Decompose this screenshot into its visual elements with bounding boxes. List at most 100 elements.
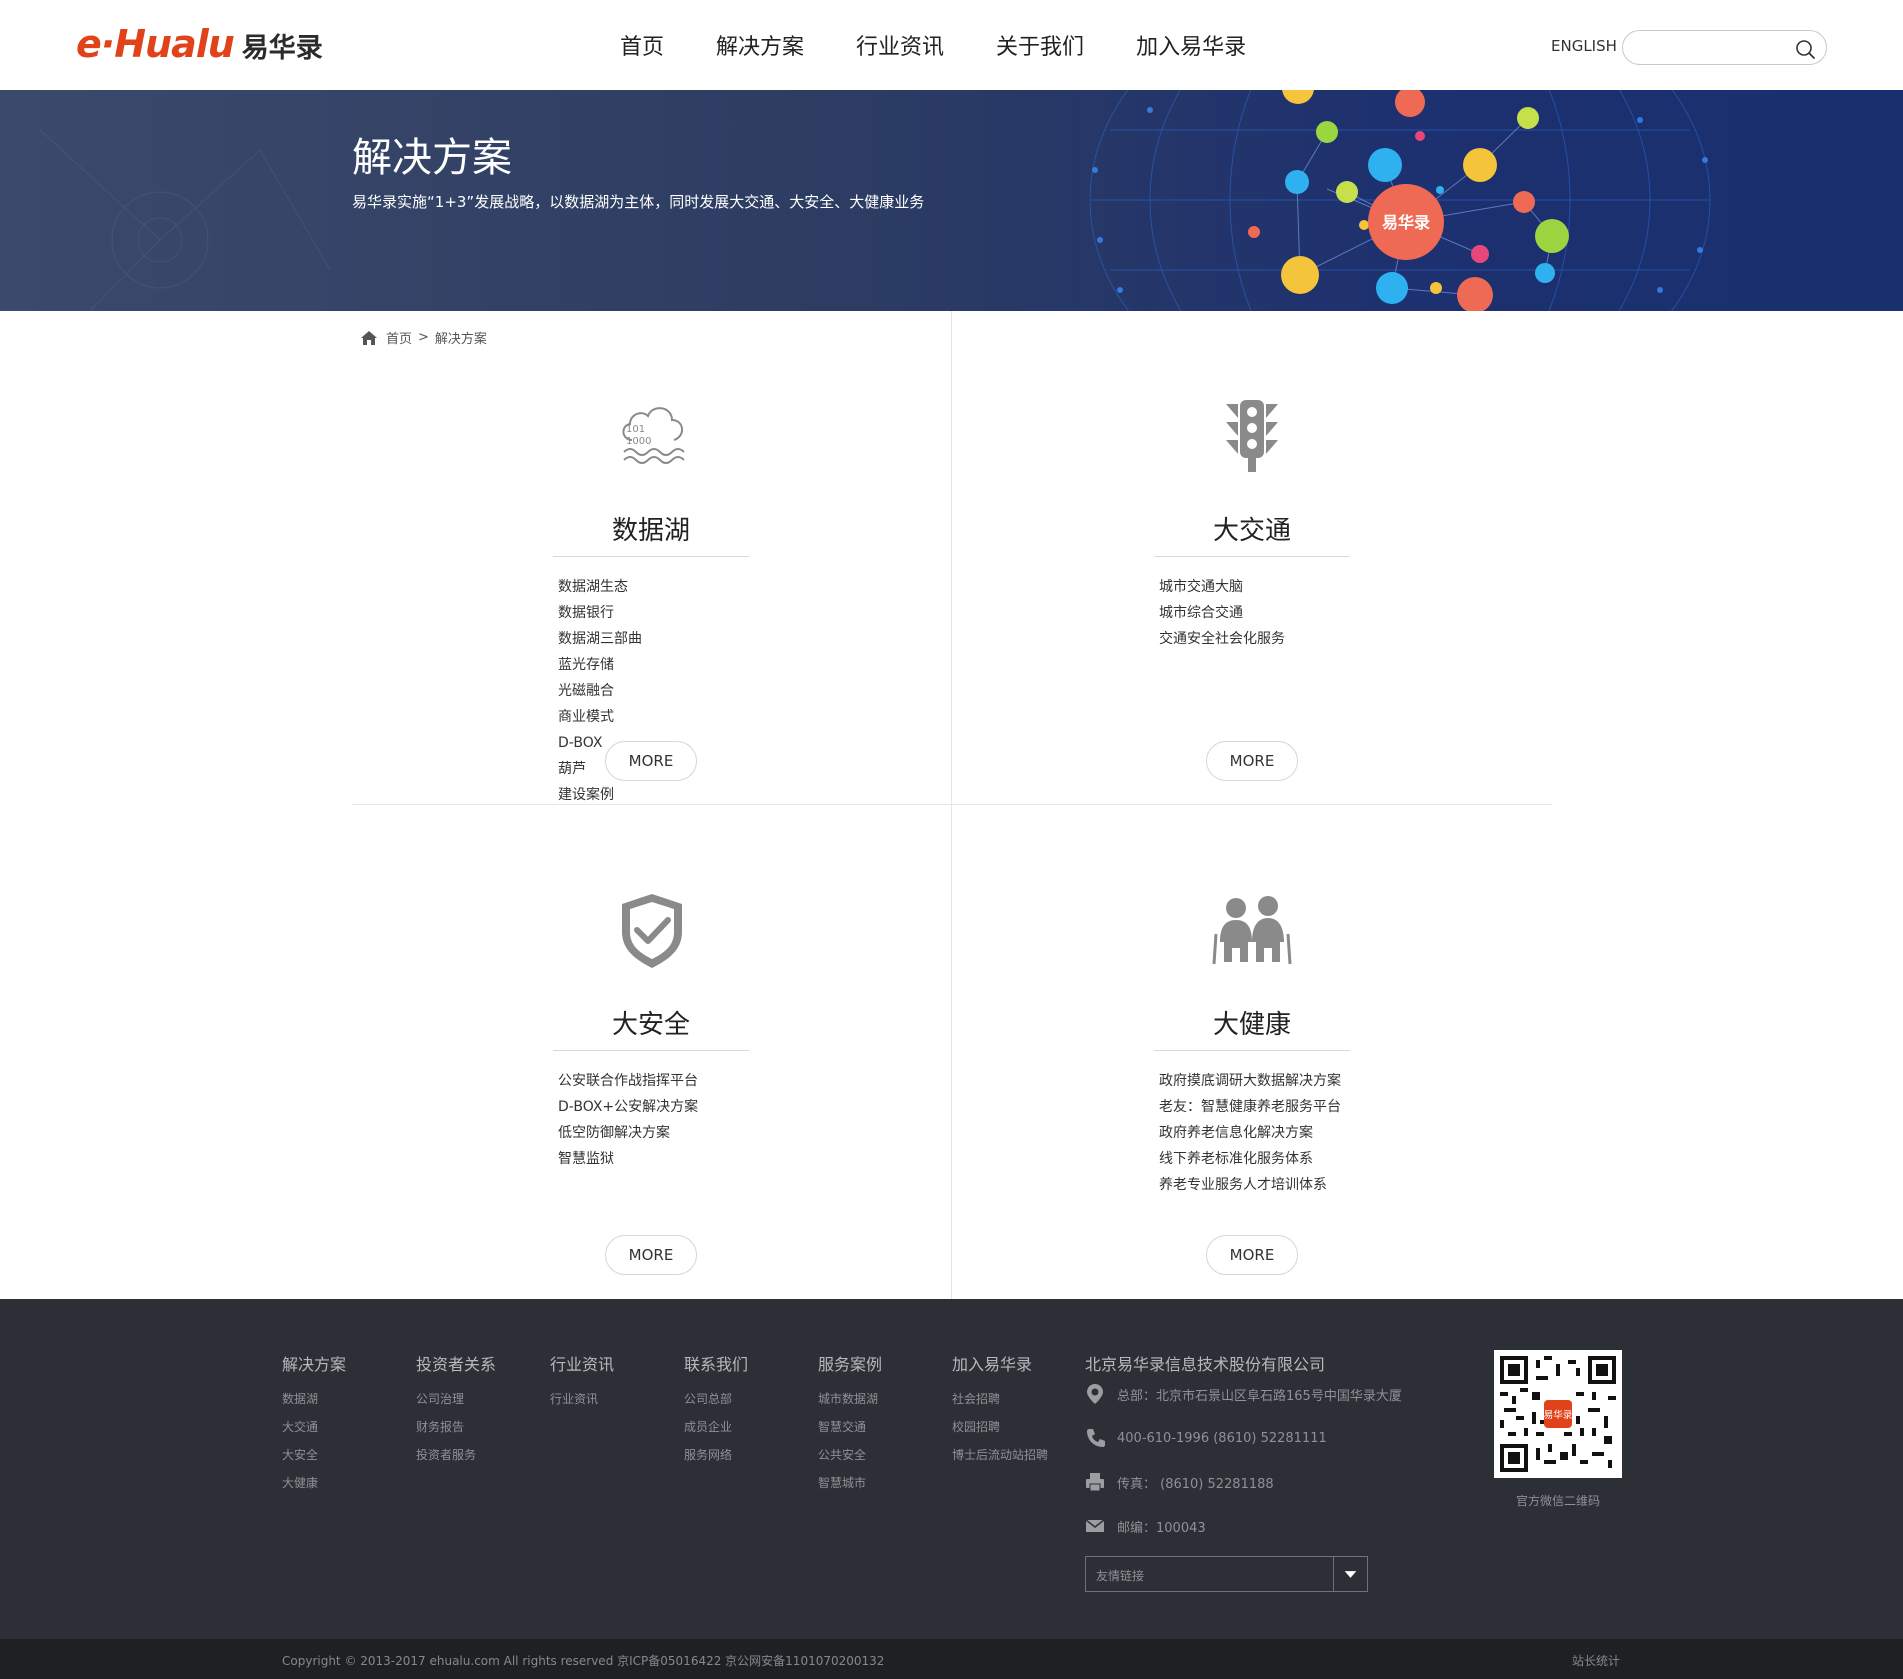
phone-text: 400-610-1996 (8610) 52281111 bbox=[1117, 1430, 1327, 1446]
footer-col-heading[interactable]: 联系我们 bbox=[684, 1351, 748, 1375]
footer-phone: 400-610-1996 (8610) 52281111 bbox=[1085, 1427, 1327, 1449]
solution-title-data-lake: 数据湖 bbox=[611, 516, 690, 546]
logo-chinese: 易华录 bbox=[241, 33, 323, 64]
list-item[interactable]: 数据银行 bbox=[558, 600, 858, 626]
mail-envelope-icon bbox=[1085, 1519, 1105, 1532]
solution-title-transportation: 大交通 bbox=[1212, 516, 1291, 546]
footer-link[interactable]: 投资者服务 bbox=[416, 1441, 496, 1469]
copyright-bar: Copyright © 2013-2017 ehualu.com All rig… bbox=[0, 1639, 1903, 1679]
footer-col-heading[interactable]: 行业资讯 bbox=[550, 1351, 614, 1375]
nav-home[interactable]: 首页 bbox=[620, 29, 664, 61]
list-item[interactable]: 城市综合交通 bbox=[1159, 600, 1285, 626]
site-header: e·Hualu 易华录 首页 解决方案 行业资讯 关于我们 加入易华录 ENGL… bbox=[0, 0, 1903, 90]
copyright-text: Copyright © 2013-2017 ehualu.com All rig… bbox=[282, 1654, 885, 1668]
footer-link[interactable]: 财务报告 bbox=[416, 1413, 496, 1441]
list-item[interactable]: 城市交通大脑 bbox=[1159, 574, 1285, 600]
footer-link[interactable]: 公司总部 bbox=[684, 1385, 748, 1413]
breadcrumb: 首页 > 解决方案 bbox=[360, 328, 487, 347]
list-item[interactable]: 蓝光存储 bbox=[558, 652, 858, 678]
address-text: 总部：北京市石景山区阜石路165号中国华录大厦 bbox=[1117, 1388, 1402, 1404]
footer-link[interactable]: 智慧交通 bbox=[818, 1413, 882, 1441]
friend-links-label: 友情链接 bbox=[1096, 1569, 1145, 1583]
list-item[interactable]: 养老专业服务人才培训体系 bbox=[1159, 1172, 1341, 1198]
list-item[interactable]: 公安联合作战指挥平台 bbox=[558, 1068, 698, 1094]
qr-badge-text: 易华录 bbox=[1544, 1409, 1573, 1421]
list-item[interactable]: 智慧监狱 bbox=[558, 1146, 698, 1172]
list-item[interactable]: 政府养老信息化解决方案 bbox=[1159, 1120, 1341, 1146]
shield-check-icon bbox=[622, 894, 682, 968]
list-item[interactable]: 葫芦 bbox=[558, 756, 858, 782]
breadcrumb-separator: > bbox=[418, 330, 429, 345]
footer-col-heading[interactable]: 投资者关系 bbox=[416, 1351, 496, 1375]
list-item[interactable]: 线下养老标准化服务体系 bbox=[1159, 1146, 1341, 1172]
footer-col-join: 加入易华录 社会招聘 校园招聘 博士后流动站招聘 bbox=[952, 1351, 1048, 1469]
friend-links-select[interactable]: 友情链接 bbox=[1085, 1556, 1368, 1592]
solution-title-health: 大健康 bbox=[1212, 1010, 1291, 1040]
breadcrumb-home[interactable]: 首页 bbox=[386, 328, 412, 347]
more-button-data-lake[interactable]: MORE bbox=[605, 741, 697, 781]
footer-link[interactable]: 服务网络 bbox=[684, 1441, 748, 1469]
list-item[interactable]: 建设案例 bbox=[558, 782, 858, 808]
footer-link[interactable]: 智慧城市 bbox=[818, 1469, 882, 1497]
footer-link[interactable]: 大安全 bbox=[282, 1441, 346, 1469]
qr-code-image: 易华录 bbox=[1500, 1356, 1616, 1472]
footer-col-heading[interactable]: 解决方案 bbox=[282, 1351, 346, 1375]
list-item[interactable]: 低空防御解决方案 bbox=[558, 1120, 698, 1146]
footer-address: 总部：北京市石景山区阜石路165号中国华录大厦 bbox=[1085, 1383, 1402, 1405]
solution-list-transportation: 城市交通大脑 城市综合交通 交通安全社会化服务 bbox=[1159, 574, 1285, 652]
traffic-light-icon bbox=[1226, 400, 1278, 472]
solution-title-security: 大安全 bbox=[611, 1010, 690, 1040]
list-item[interactable]: 数据湖三部曲 bbox=[558, 626, 858, 652]
nav-solutions[interactable]: 解决方案 bbox=[716, 29, 804, 61]
list-item[interactable]: D-BOX+公安解决方案 bbox=[558, 1094, 698, 1120]
elderly-couple-icon bbox=[1212, 896, 1292, 965]
footer-link[interactable]: 博士后流动站招聘 bbox=[952, 1441, 1048, 1469]
list-item[interactable]: 老友：智慧健康养老服务平台 bbox=[1159, 1094, 1341, 1120]
footer-col-investors: 投资者关系 公司治理 财务报告 投资者服务 bbox=[416, 1351, 496, 1469]
search-input[interactable] bbox=[1637, 37, 1787, 59]
nav-about-us[interactable]: 关于我们 bbox=[996, 29, 1084, 61]
nav-join-us[interactable]: 加入易华录 bbox=[1136, 29, 1246, 61]
location-pin-icon bbox=[1087, 1384, 1103, 1404]
footer-link[interactable]: 数据湖 bbox=[282, 1385, 346, 1413]
list-item[interactable]: 商业模式 bbox=[558, 704, 858, 730]
list-item[interactable]: 交通安全社会化服务 bbox=[1159, 626, 1285, 652]
footer-link[interactable]: 校园招聘 bbox=[952, 1413, 1048, 1441]
footer-col-heading[interactable]: 服务案例 bbox=[818, 1351, 882, 1375]
more-button-health[interactable]: MORE bbox=[1206, 1235, 1298, 1275]
search-box bbox=[1622, 30, 1827, 65]
list-item[interactable]: D-BOX bbox=[558, 730, 858, 756]
list-item[interactable]: 数据湖生态 bbox=[558, 574, 858, 600]
list-item[interactable]: 政府摸底调研大数据解决方案 bbox=[1159, 1068, 1341, 1094]
data-lake-icon-text-2: 1000 bbox=[626, 436, 651, 447]
footer-link[interactable]: 公共安全 bbox=[818, 1441, 882, 1469]
footer-link[interactable]: 公司治理 bbox=[416, 1385, 496, 1413]
solution-title-rule bbox=[553, 1050, 749, 1051]
wechat-qr-code: 易华录 bbox=[1494, 1350, 1622, 1478]
fax-text: 传真： (8610) 52281188 bbox=[1117, 1476, 1274, 1492]
footer-col-heading[interactable]: 加入易华录 bbox=[952, 1351, 1048, 1375]
footer-postcode: 邮编：100043 bbox=[1085, 1515, 1206, 1537]
more-button-security[interactable]: MORE bbox=[605, 1235, 697, 1275]
qr-caption: 官方微信二维码 bbox=[1515, 1494, 1600, 1508]
footer-link[interactable]: 行业资讯 bbox=[550, 1385, 614, 1413]
banner-subtitle: 易华录实施“1+3”发展战略，以数据湖为主体，同时发展大交通、大安全、大健康业务 bbox=[352, 193, 925, 211]
chevron-down-icon[interactable] bbox=[1333, 1557, 1367, 1591]
nav-industry-news[interactable]: 行业资讯 bbox=[856, 29, 944, 61]
search-icon[interactable] bbox=[1794, 38, 1816, 60]
site-logo[interactable]: e·Hualu 易华录 bbox=[76, 22, 323, 68]
list-item[interactable]: 光磁融合 bbox=[558, 678, 858, 704]
home-icon bbox=[361, 330, 377, 345]
footer-link[interactable]: 城市数据湖 bbox=[818, 1385, 882, 1413]
footer-link[interactable]: 大健康 bbox=[282, 1469, 346, 1497]
footer-link[interactable]: 社会招聘 bbox=[952, 1385, 1048, 1413]
grid-horizontal-divider bbox=[352, 804, 1552, 805]
site-stats-link[interactable]: 站长统计 bbox=[1572, 1652, 1620, 1669]
language-switch-english[interactable]: ENGLISH bbox=[1551, 37, 1617, 55]
footer-link[interactable]: 大交通 bbox=[282, 1413, 346, 1441]
main-nav: 首页 解决方案 行业资讯 关于我们 加入易华录 bbox=[620, 0, 1298, 90]
footer-link[interactable]: 成员企业 bbox=[684, 1413, 748, 1441]
more-button-transportation[interactable]: MORE bbox=[1206, 741, 1298, 781]
banner-center-badge: 易华录 bbox=[1382, 213, 1430, 232]
footer-fax: 传真： (8610) 52281188 bbox=[1085, 1471, 1274, 1493]
